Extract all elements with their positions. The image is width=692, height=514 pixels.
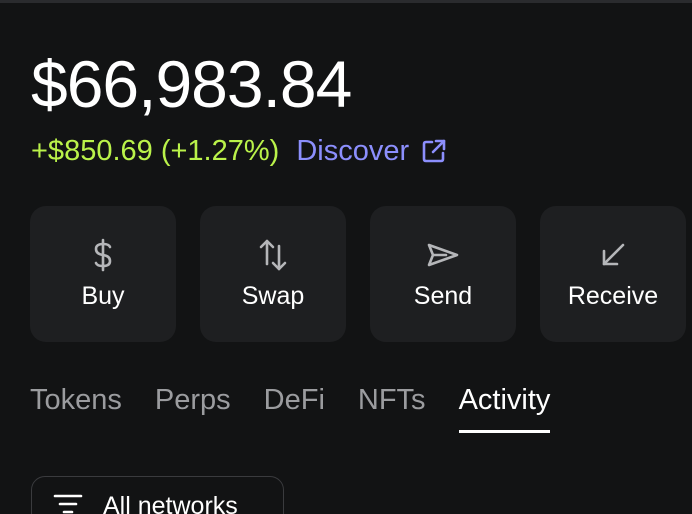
- tab-tokens[interactable]: Tokens: [30, 384, 122, 433]
- tab-activity[interactable]: Activity: [458, 384, 550, 433]
- receive-button[interactable]: Receive: [540, 206, 686, 342]
- asset-tabs: Tokens Perps DeFi NFTs Activity: [30, 384, 550, 433]
- send-icon: [426, 238, 460, 272]
- send-button[interactable]: Send: [370, 206, 516, 342]
- buy-label: Buy: [81, 281, 125, 310]
- tab-defi[interactable]: DeFi: [264, 384, 325, 433]
- balance-change-row: +$850.69 (+1.27%) Discover: [31, 132, 447, 170]
- external-link-icon: [422, 139, 446, 163]
- total-balance: $66,983.84: [31, 47, 352, 121]
- tab-perps[interactable]: Perps: [155, 384, 231, 433]
- filter-lines-icon: [53, 494, 83, 514]
- send-label: Send: [413, 281, 473, 310]
- buy-button[interactable]: Buy: [30, 206, 176, 342]
- dollar-icon: [92, 238, 114, 272]
- receive-label: Receive: [567, 281, 659, 310]
- swap-label: Swap: [241, 281, 305, 310]
- receive-arrow-icon: [599, 238, 627, 272]
- quick-actions: Buy Swap Send Receive: [30, 206, 686, 342]
- swap-arrows-icon: [258, 238, 288, 272]
- network-filter-label: All networks: [103, 492, 238, 514]
- tab-nfts[interactable]: NFTs: [358, 384, 426, 433]
- swap-button[interactable]: Swap: [200, 206, 346, 342]
- balance-change: +$850.69 (+1.27%): [31, 134, 280, 167]
- discover-link[interactable]: Discover: [296, 135, 447, 168]
- network-filter-button[interactable]: All networks: [31, 476, 284, 514]
- top-divider: [0, 0, 692, 3]
- discover-label: Discover: [296, 134, 410, 167]
- wallet-screen: $66,983.84 +$850.69 (+1.27%) Discover Bu…: [0, 0, 692, 514]
